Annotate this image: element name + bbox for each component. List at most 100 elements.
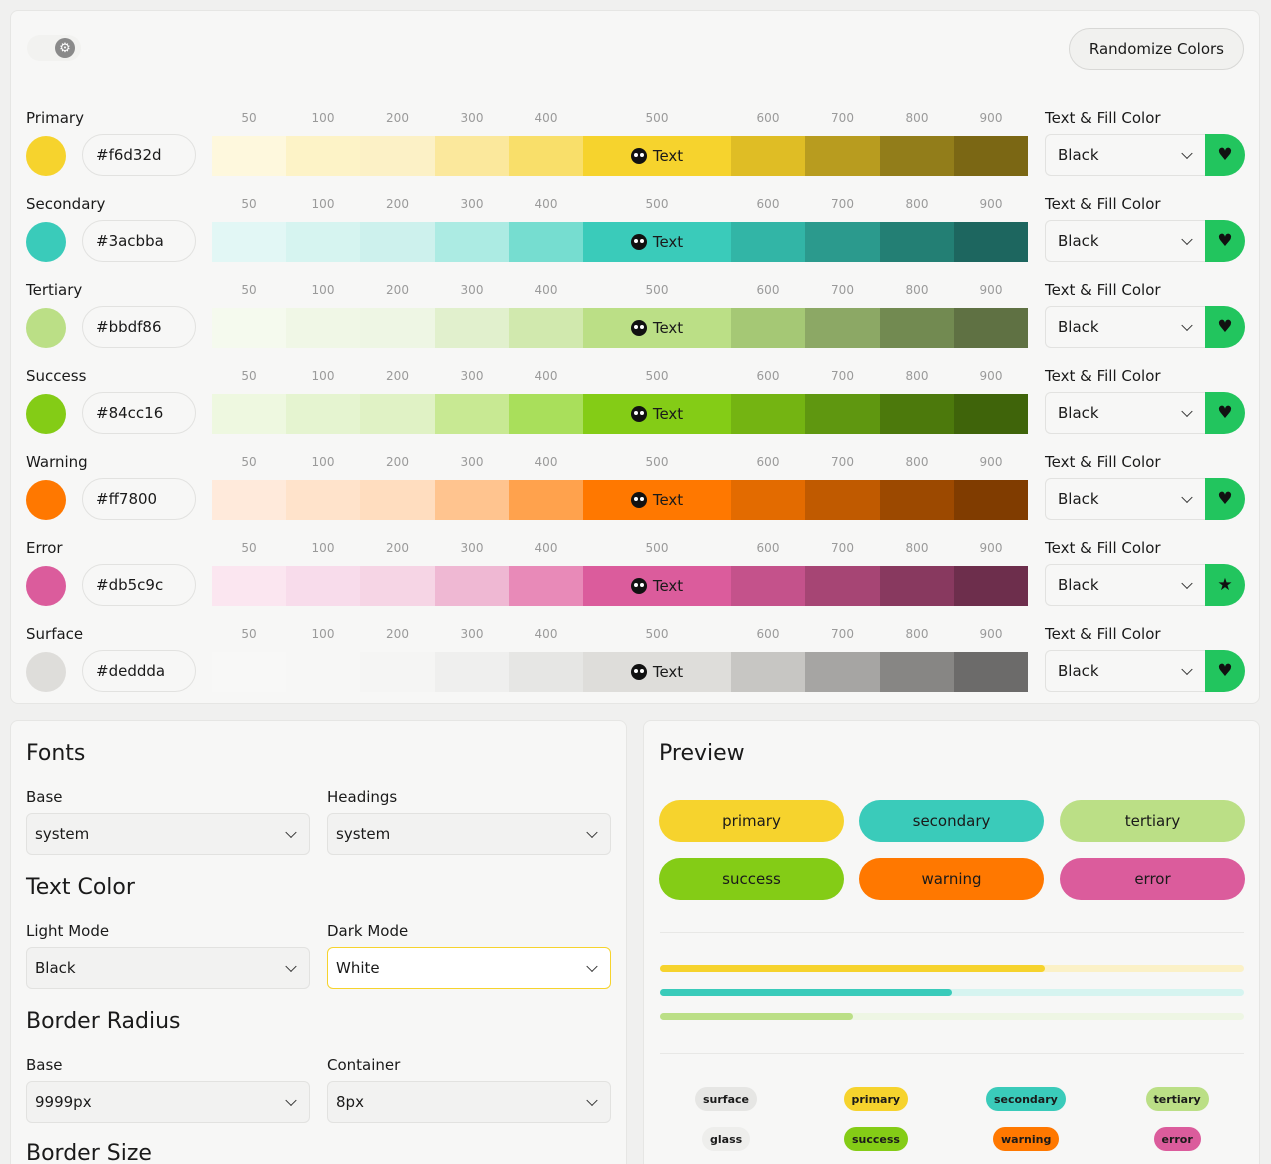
shade-200-swatch[interactable] [360,136,435,176]
hex-input[interactable]: #f6d32d [82,134,196,176]
shade-900-swatch[interactable] [954,652,1028,692]
shade-800-swatch[interactable] [880,480,954,520]
shade-900-swatch[interactable] [954,308,1028,348]
shade-700-swatch[interactable] [805,222,880,262]
heart-icon[interactable]: ♥ [1205,220,1245,262]
shade-700-swatch[interactable] [805,394,880,434]
shade-600-swatch[interactable] [731,394,805,434]
shade-400-swatch[interactable] [509,222,583,262]
hex-input[interactable]: #84cc16 [82,392,196,434]
shade-600-swatch[interactable] [731,136,805,176]
shade-200-swatch[interactable] [360,566,435,606]
shade-200-swatch[interactable] [360,222,435,262]
text-fill-select[interactable]: Black [1045,134,1205,176]
shade-300-swatch[interactable] [435,566,509,606]
color-picker-swatch[interactable] [26,652,66,692]
randomize-colors-button[interactable]: Randomize Colors [1068,28,1244,70]
shade-500-swatch[interactable]: Text [583,566,731,606]
text-fill-select[interactable]: Black [1045,564,1205,606]
dark-mode-toggle[interactable]: ⚙ [27,35,81,61]
shade-800-swatch[interactable] [880,566,954,606]
star-icon[interactable]: ★ [1205,564,1245,606]
shade-800-swatch[interactable] [880,136,954,176]
secondary-preview-button[interactable]: secondary [859,800,1044,842]
shade-400-swatch[interactable] [509,652,583,692]
shade-300-swatch[interactable] [435,652,509,692]
hex-input[interactable]: #ff7800 [82,478,196,520]
shade-100-swatch[interactable] [286,308,360,348]
heart-icon[interactable]: ♥ [1205,392,1245,434]
shade-900-swatch[interactable] [954,480,1028,520]
shade-200-swatch[interactable] [360,308,435,348]
color-picker-swatch[interactable] [26,566,66,606]
shade-500-swatch[interactable]: Text [583,480,731,520]
shade-50-swatch[interactable] [212,652,286,692]
text-fill-select[interactable]: Black [1045,392,1205,434]
shade-500-swatch[interactable]: Text [583,136,731,176]
success-preview-button[interactable]: success [659,858,844,900]
shade-300-swatch[interactable] [435,394,509,434]
shade-100-swatch[interactable] [286,566,360,606]
shade-300-swatch[interactable] [435,308,509,348]
heart-icon[interactable]: ♥ [1205,478,1245,520]
shade-900-swatch[interactable] [954,136,1028,176]
shade-800-swatch[interactable] [880,394,954,434]
shade-300-swatch[interactable] [435,480,509,520]
radius-container-select[interactable]: 8px [327,1081,611,1123]
shade-50-swatch[interactable] [212,480,286,520]
tertiary-preview-button[interactable]: tertiary [1060,800,1245,842]
shade-500-swatch[interactable]: Text [583,652,731,692]
shade-100-swatch[interactable] [286,394,360,434]
primary-preview-button[interactable]: primary [659,800,844,842]
shade-300-swatch[interactable] [435,222,509,262]
hex-input[interactable]: #3acbba [82,220,196,262]
shade-800-swatch[interactable] [880,222,954,262]
shade-400-swatch[interactable] [509,308,583,348]
shade-500-swatch[interactable]: Text [583,394,731,434]
shade-400-swatch[interactable] [509,136,583,176]
shade-300-swatch[interactable] [435,136,509,176]
shade-700-swatch[interactable] [805,480,880,520]
shade-500-swatch[interactable]: Text [583,308,731,348]
shade-50-swatch[interactable] [212,136,286,176]
shade-600-swatch[interactable] [731,566,805,606]
shade-700-swatch[interactable] [805,652,880,692]
shade-100-swatch[interactable] [286,222,360,262]
shade-200-swatch[interactable] [360,480,435,520]
shade-400-swatch[interactable] [509,480,583,520]
heart-icon[interactable]: ♥ [1205,650,1245,692]
shade-700-swatch[interactable] [805,566,880,606]
color-picker-swatch[interactable] [26,480,66,520]
color-picker-swatch[interactable] [26,222,66,262]
warning-preview-button[interactable]: warning [859,858,1044,900]
shade-50-swatch[interactable] [212,308,286,348]
text-fill-select[interactable]: Black [1045,478,1205,520]
shade-600-swatch[interactable] [731,652,805,692]
shade-100-swatch[interactable] [286,136,360,176]
light-mode-select[interactable]: Black [26,947,310,989]
shade-400-swatch[interactable] [509,566,583,606]
shade-50-swatch[interactable] [212,394,286,434]
shade-700-swatch[interactable] [805,136,880,176]
text-fill-select[interactable]: Black [1045,220,1205,262]
headings-font-select[interactable]: system [327,813,611,855]
shade-900-swatch[interactable] [954,222,1028,262]
heart-icon[interactable]: ♥ [1205,134,1245,176]
shade-800-swatch[interactable] [880,308,954,348]
shade-100-swatch[interactable] [286,480,360,520]
dark-mode-select[interactable]: White [327,947,611,989]
hex-input[interactable]: #deddda [82,650,196,692]
shade-600-swatch[interactable] [731,480,805,520]
text-fill-select[interactable]: Black [1045,306,1205,348]
hex-input[interactable]: #bbdf86 [82,306,196,348]
heart-icon[interactable]: ♥ [1205,306,1245,348]
shade-50-swatch[interactable] [212,566,286,606]
shade-600-swatch[interactable] [731,308,805,348]
shade-400-swatch[interactable] [509,394,583,434]
shade-700-swatch[interactable] [805,308,880,348]
shade-900-swatch[interactable] [954,394,1028,434]
shade-800-swatch[interactable] [880,652,954,692]
shade-600-swatch[interactable] [731,222,805,262]
shade-200-swatch[interactable] [360,394,435,434]
radius-base-select[interactable]: 9999px [26,1081,310,1123]
